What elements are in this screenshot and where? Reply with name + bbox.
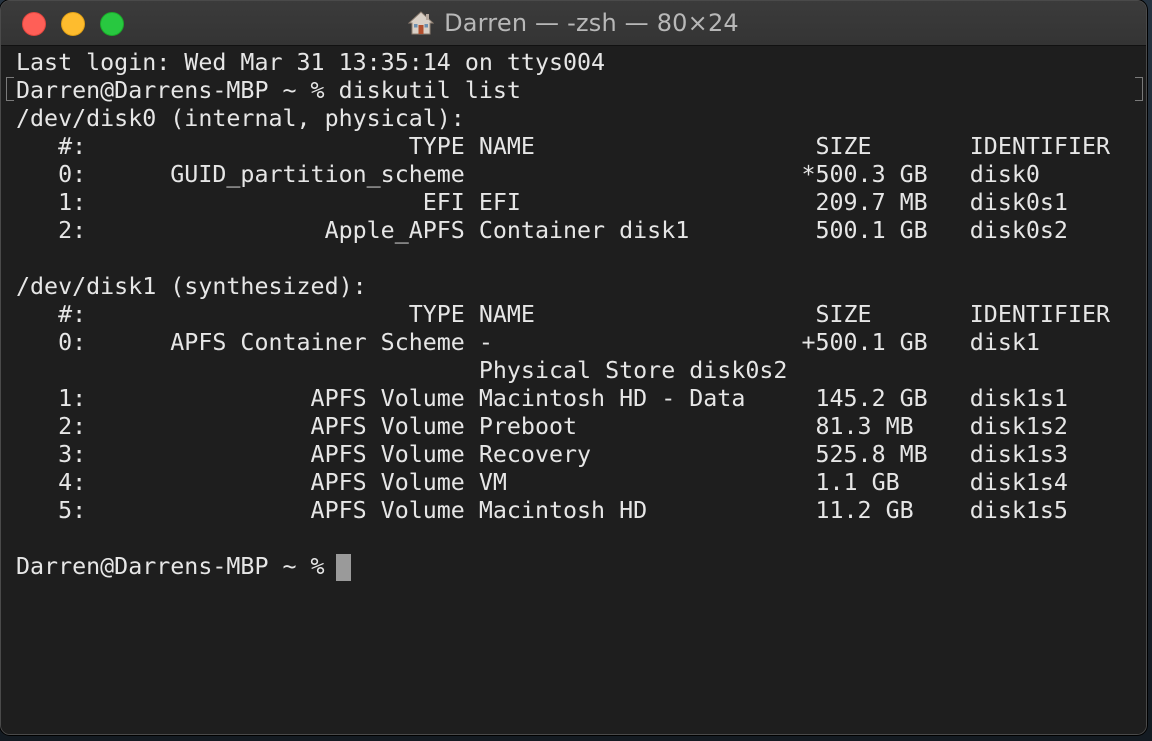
- terminal-line: 5: APFS Volume Macintosh HD 11.2 GB disk…: [16, 497, 1068, 524]
- terminal-line: /dev/disk0 (internal, physical):: [16, 105, 465, 132]
- terminal-line: /dev/disk1 (synthesized):: [16, 273, 367, 300]
- mark-bracket-left: [6, 77, 14, 101]
- terminal-line: #: TYPE NAME SIZE IDENTIFIER: [16, 133, 1111, 160]
- terminal-line: 4: APFS Volume VM 1.1 GB disk1s4: [16, 469, 1068, 496]
- title-bar[interactable]: Darren — -zsh — 80×24: [1, 1, 1146, 46]
- home-folder-icon: [408, 11, 435, 35]
- terminal-line: 1: APFS Volume Macintosh HD - Data 145.2…: [16, 385, 1068, 412]
- text-cursor: [336, 554, 351, 581]
- window-title-area: Darren — -zsh — 80×24: [1, 1, 1146, 45]
- terminal-window[interactable]: Darren — -zsh — 80×24 Last login: Wed Ma…: [0, 0, 1147, 735]
- terminal-output: Last login: Wed Mar 31 13:35:14 on ttys0…: [16, 49, 1110, 581]
- terminal-content[interactable]: Last login: Wed Mar 31 13:35:14 on ttys0…: [1, 46, 1146, 734]
- terminal-line: 0: APFS Container Scheme - +500.1 GB dis…: [16, 329, 1040, 356]
- terminal-line: #: TYPE NAME SIZE IDENTIFIER: [16, 301, 1111, 328]
- terminal-line: 3: APFS Volume Recovery 525.8 MB disk1s3: [16, 441, 1068, 468]
- terminal-line: Physical Store disk0s2: [16, 357, 788, 384]
- terminal-prompt[interactable]: Darren@Darrens-MBP ~ %: [16, 553, 1110, 581]
- terminal-line: 1: EFI EFI 209.7 MB disk0s1: [16, 189, 1068, 216]
- terminal-line: Last login: Wed Mar 31 13:35:14 on ttys0…: [16, 49, 606, 76]
- window-title: Darren — -zsh — 80×24: [444, 9, 739, 37]
- terminal-line: 2: Apple_APFS Container disk1 500.1 GB d…: [16, 217, 1068, 244]
- mark-bracket-right: [1135, 77, 1143, 101]
- terminal-line: 0: GUID_partition_scheme *500.3 GB disk0: [16, 161, 1040, 188]
- terminal-line: Darren@Darrens-MBP ~ % diskutil list: [16, 77, 521, 104]
- terminal-line: 2: APFS Volume Preboot 81.3 MB disk1s2: [16, 413, 1068, 440]
